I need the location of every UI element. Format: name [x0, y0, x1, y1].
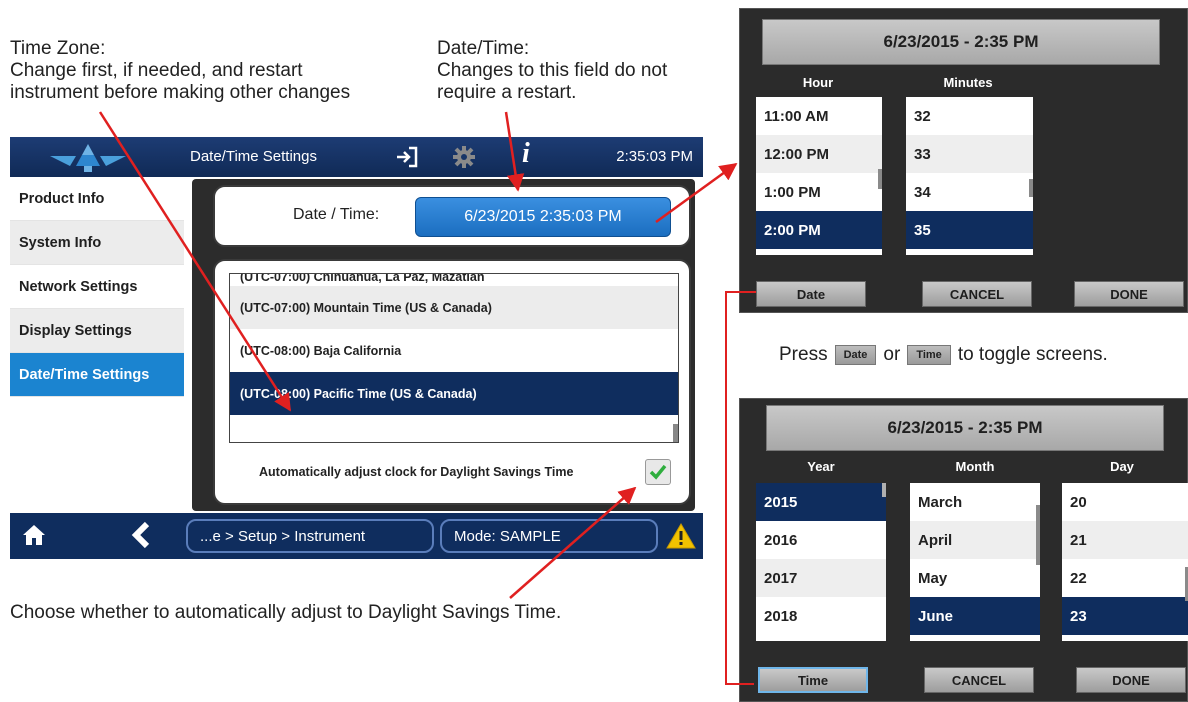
time-picker-header: 6/23/2015 - 2:35 PM [762, 19, 1160, 65]
sidebar-item-product-info[interactable]: Product Info [10, 177, 184, 221]
minute-option[interactable]: 34 [906, 173, 1033, 211]
cancel-button[interactable]: CANCEL [924, 667, 1034, 693]
dst-callout: Choose whether to automatically adjust t… [10, 602, 561, 624]
timezone-list[interactable]: (UTC-07:00) Chihuahua, La Paz, Mazatlan … [229, 273, 679, 443]
top-bar: Date/Time Settings i 2:35:03 PM [10, 137, 703, 177]
or-text: or [883, 344, 901, 365]
timezone-scrollbar[interactable] [673, 424, 678, 442]
minutes-label: Minutes [943, 75, 993, 90]
day-option-selected[interactable]: 23 [1062, 597, 1188, 635]
timezone-callout-title: Time Zone: [10, 38, 106, 59]
toggle-text: to toggle screens. [957, 344, 1108, 365]
done-button[interactable]: DONE [1076, 667, 1186, 693]
datetime-callout-title: Date/Time: [437, 38, 530, 59]
month-option-selected[interactable]: June [910, 597, 1040, 635]
month-column[interactable]: March April May June [910, 483, 1040, 641]
hour-option[interactable]: 11:00 AM [756, 97, 882, 135]
hour-option-selected[interactable]: 2:00 PM [756, 211, 882, 249]
datetime-callout-line2: Changes to this field do not [437, 60, 668, 81]
month-scrollbar[interactable] [1036, 505, 1040, 565]
timezone-callout-line2: Change first, if needed, and restart [10, 60, 303, 81]
datetime-button[interactable]: 6/23/2015 2:35:03 PM [415, 197, 671, 237]
checkmark-icon [649, 464, 667, 480]
timezone-callout: Time Zone: Change first, if needed, and … [10, 38, 350, 104]
timezone-option[interactable]: (UTC-08:00) Baja California [230, 329, 678, 372]
day-option[interactable]: 20 [1062, 483, 1188, 521]
content-inner: Date / Time: 6/23/2015 2:35:03 PM (UTC-0… [192, 179, 695, 511]
month-option[interactable]: March [910, 483, 1040, 521]
timezone-option[interactable]: (UTC-07:00) Chihuahua, La Paz, Mazatlan [230, 274, 678, 286]
date-picker: 6/23/2015 - 2:35 PM Year Month Day 2015 … [739, 398, 1188, 702]
month-option[interactable]: April [910, 521, 1040, 559]
time-toggle-button[interactable]: Time [758, 667, 868, 693]
hour-label: Hour [802, 75, 834, 90]
gear-icon[interactable] [452, 145, 476, 169]
dst-callout-text: Choose whether to automatically adjust t… [10, 602, 562, 623]
year-option[interactable]: 2017 [756, 559, 886, 597]
year-column[interactable]: 2015 2016 2017 2018 [756, 483, 886, 641]
hour-option[interactable]: 1:00 PM [756, 173, 882, 211]
minutes-scrollbar[interactable] [1029, 179, 1033, 197]
bottom-bar: ...e > Setup > Instrument Mode: SAMPLE [10, 513, 703, 559]
hour-scrollbar[interactable] [878, 169, 882, 189]
hour-option[interactable]: 12:00 PM [756, 135, 882, 173]
year-label: Year [807, 459, 835, 474]
month-option[interactable]: May [910, 559, 1040, 597]
day-label: Day [1110, 459, 1134, 474]
dst-checkbox[interactable] [645, 459, 671, 485]
timezone-option-selected[interactable]: (UTC-08:00) Pacific Time (US & Canada) [230, 372, 678, 415]
timezone-option[interactable]: (UTC-07:00) Mountain Time (US & Canada) [230, 286, 678, 329]
home-icon[interactable] [22, 523, 46, 547]
year-option-selected[interactable]: 2015 [756, 483, 886, 521]
day-column[interactable]: 20 21 22 23 [1062, 483, 1188, 641]
time-picker: 6/23/2015 - 2:35 PM Hour Minutes 11:00 A… [739, 8, 1188, 313]
logo-icon [50, 144, 126, 172]
year-scrollbar[interactable] [882, 483, 886, 497]
sidebar-item-system-info[interactable]: System Info [10, 221, 184, 265]
clock: 2:35:03 PM [616, 148, 693, 165]
press-text: Press [779, 344, 828, 365]
datetime-callout: Date/Time: Changes to this field do not … [437, 38, 667, 104]
date-picker-header: 6/23/2015 - 2:35 PM [766, 405, 1164, 451]
info-icon[interactable]: i [522, 138, 530, 170]
day-option[interactable]: 21 [1062, 521, 1188, 559]
year-option[interactable]: 2018 [756, 597, 886, 635]
minute-option[interactable]: 33 [906, 135, 1033, 173]
main-screen: Date/Time Settings i 2:35:03 PM Product … [10, 137, 703, 559]
done-button[interactable]: DONE [1074, 281, 1184, 307]
datetime-callout-line3: require a restart. [437, 82, 577, 103]
date-toggle-button[interactable]: Date [756, 281, 866, 307]
back-icon[interactable] [130, 521, 152, 549]
mode-indicator[interactable]: Mode: SAMPLE [440, 519, 658, 553]
content-area: Date / Time: 6/23/2015 2:35:03 PM (UTC-0… [184, 177, 703, 513]
year-option[interactable]: 2016 [756, 521, 886, 559]
cancel-button[interactable]: CANCEL [922, 281, 1032, 307]
minute-option[interactable]: 32 [906, 97, 1033, 135]
date-button-sample: Date [834, 345, 877, 365]
sidebar: Product Info System Info Network Setting… [10, 177, 184, 513]
timezone-callout-line3: instrument before making other changes [10, 82, 351, 103]
sidebar-item-network-settings[interactable]: Network Settings [10, 265, 184, 309]
breadcrumb[interactable]: ...e > Setup > Instrument [186, 519, 434, 553]
time-button-sample: Time [907, 345, 951, 365]
datetime-label: Date / Time: [293, 206, 380, 223]
dst-label: Automatically adjust clock for Daylight … [259, 465, 574, 479]
sidebar-item-datetime-settings[interactable]: Date/Time Settings [10, 353, 184, 397]
timezone-panel: (UTC-07:00) Chihuahua, La Paz, Mazatlan … [213, 259, 691, 505]
hour-column[interactable]: 11:00 AM 12:00 PM 1:00 PM 2:00 PM [756, 97, 882, 255]
minutes-column[interactable]: 32 33 34 35 [906, 97, 1033, 255]
month-label: Month [955, 459, 995, 474]
page-title: Date/Time Settings [190, 148, 317, 165]
minute-option-selected[interactable]: 35 [906, 211, 1033, 249]
exit-icon[interactable] [395, 146, 419, 168]
toggle-instructions: Press Date or Time to toggle screens. [779, 344, 1108, 366]
warning-icon[interactable] [666, 523, 696, 549]
datetime-panel: Date / Time: 6/23/2015 2:35:03 PM [213, 185, 691, 247]
day-option[interactable]: 22 [1062, 559, 1188, 597]
sidebar-item-display-settings[interactable]: Display Settings [10, 309, 184, 353]
